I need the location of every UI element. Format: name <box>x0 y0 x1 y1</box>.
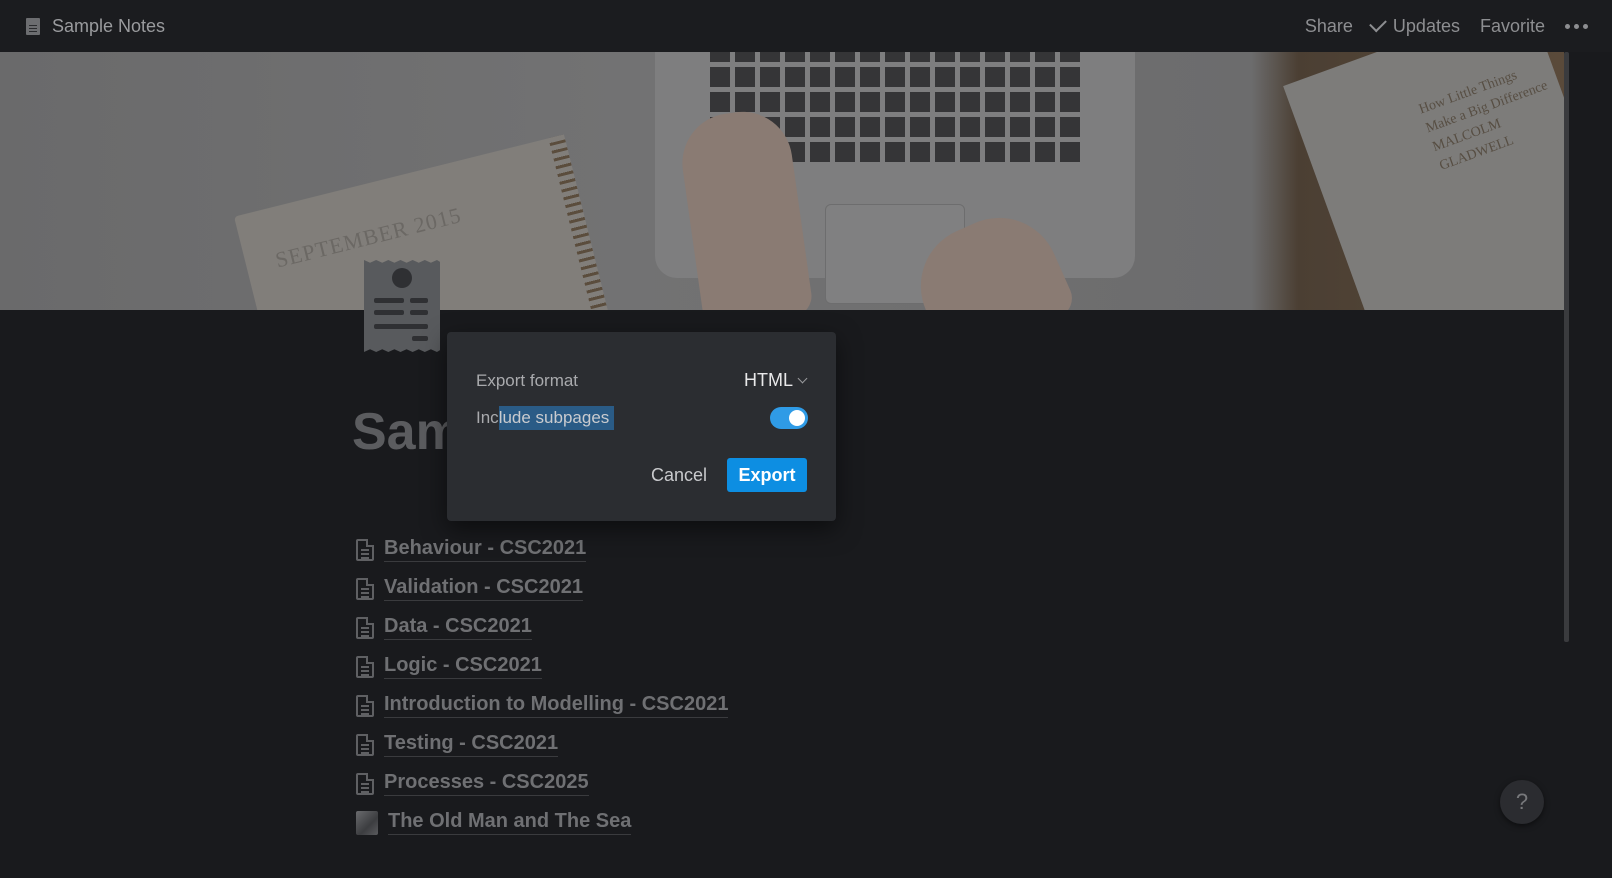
subpage-list: Behaviour - CSC2021 Validation - CSC2021… <box>356 530 729 842</box>
page-receipt-icon[interactable] <box>364 260 440 352</box>
list-item[interactable]: Logic - CSC2021 <box>356 647 728 686</box>
notebook-spiral <box>548 134 622 310</box>
breadcrumb-title[interactable]: Sample Notes <box>52 16 165 37</box>
subpage-link[interactable]: Testing - CSC2021 <box>384 732 559 757</box>
top-bar: Sample Notes Share Updates Favorite <box>0 0 1612 52</box>
cancel-button[interactable]: Cancel <box>651 465 707 486</box>
share-button[interactable]: Share <box>1305 16 1353 37</box>
scrollbar[interactable] <box>1564 52 1569 642</box>
more-options-icon[interactable] <box>1565 23 1588 29</box>
page-icon <box>26 17 40 35</box>
document-icon <box>356 655 374 678</box>
document-icon <box>356 772 374 795</box>
document-icon <box>356 577 374 600</box>
subpage-link[interactable]: Validation - CSC2021 <box>384 576 583 601</box>
subpage-link[interactable]: Introduction to Modelling - CSC2021 <box>384 693 729 718</box>
subpage-link[interactable]: Processes - CSC2025 <box>384 771 589 796</box>
subpage-link[interactable]: Logic - CSC2021 <box>384 654 542 679</box>
list-item[interactable]: Introduction to Modelling - CSC2021 <box>356 686 729 725</box>
export-format-select[interactable]: HTML <box>744 370 808 391</box>
breadcrumb[interactable]: Sample Notes <box>26 16 165 37</box>
image-icon <box>356 810 378 835</box>
export-format-value: HTML <box>744 370 793 390</box>
updates-button[interactable]: Updates <box>1369 14 1460 37</box>
subpage-link[interactable]: Behaviour - CSC2021 <box>384 537 587 562</box>
selected-text: lude subpages <box>498 406 615 430</box>
document-icon <box>356 694 374 717</box>
document-icon <box>356 538 374 561</box>
book-cover-text: How Little Things Make a Big Difference … <box>1417 68 1550 174</box>
page-title[interactable]: Sam <box>352 402 462 462</box>
subpage-link[interactable]: The Old Man and The Sea <box>388 810 632 835</box>
toggle-knob <box>789 410 805 426</box>
list-item[interactable]: The Old Man and The Sea <box>356 803 728 842</box>
list-item[interactable]: Data - CSC2021 <box>356 608 728 647</box>
list-item[interactable]: Behaviour - CSC2021 <box>356 530 728 569</box>
checkmark-icon <box>1369 14 1387 32</box>
export-format-row: Export format HTML <box>476 370 808 391</box>
cover-image[interactable]: SEPTEMBER 2015 How Little Things Make a … <box>0 52 1564 310</box>
document-icon <box>356 733 374 756</box>
subpage-link[interactable]: Data - CSC2021 <box>384 615 532 640</box>
export-format-label: Export format <box>476 370 579 390</box>
list-item[interactable]: Testing - CSC2021 <box>356 725 728 764</box>
top-actions: Share Updates Favorite <box>1305 14 1588 37</box>
export-button[interactable]: Export <box>727 458 807 492</box>
list-item[interactable]: Processes - CSC2025 <box>356 764 728 803</box>
favorite-button[interactable]: Favorite <box>1480 16 1545 37</box>
updates-label: Updates <box>1392 15 1460 36</box>
list-item[interactable]: Validation - CSC2021 <box>356 569 728 608</box>
export-dialog: Export format HTML Include subpages Canc… <box>447 332 836 521</box>
books-picture: How Little Things Make a Big Difference … <box>1283 52 1564 310</box>
dialog-buttons: Cancel Export <box>651 458 807 492</box>
chevron-down-icon <box>797 373 808 384</box>
include-subpages-row: Include subpages <box>476 406 808 430</box>
include-subpages-toggle[interactable] <box>770 407 808 429</box>
document-icon <box>356 616 374 639</box>
include-subpages-label: Include subpages <box>476 406 615 430</box>
help-button[interactable]: ? <box>1500 780 1544 824</box>
